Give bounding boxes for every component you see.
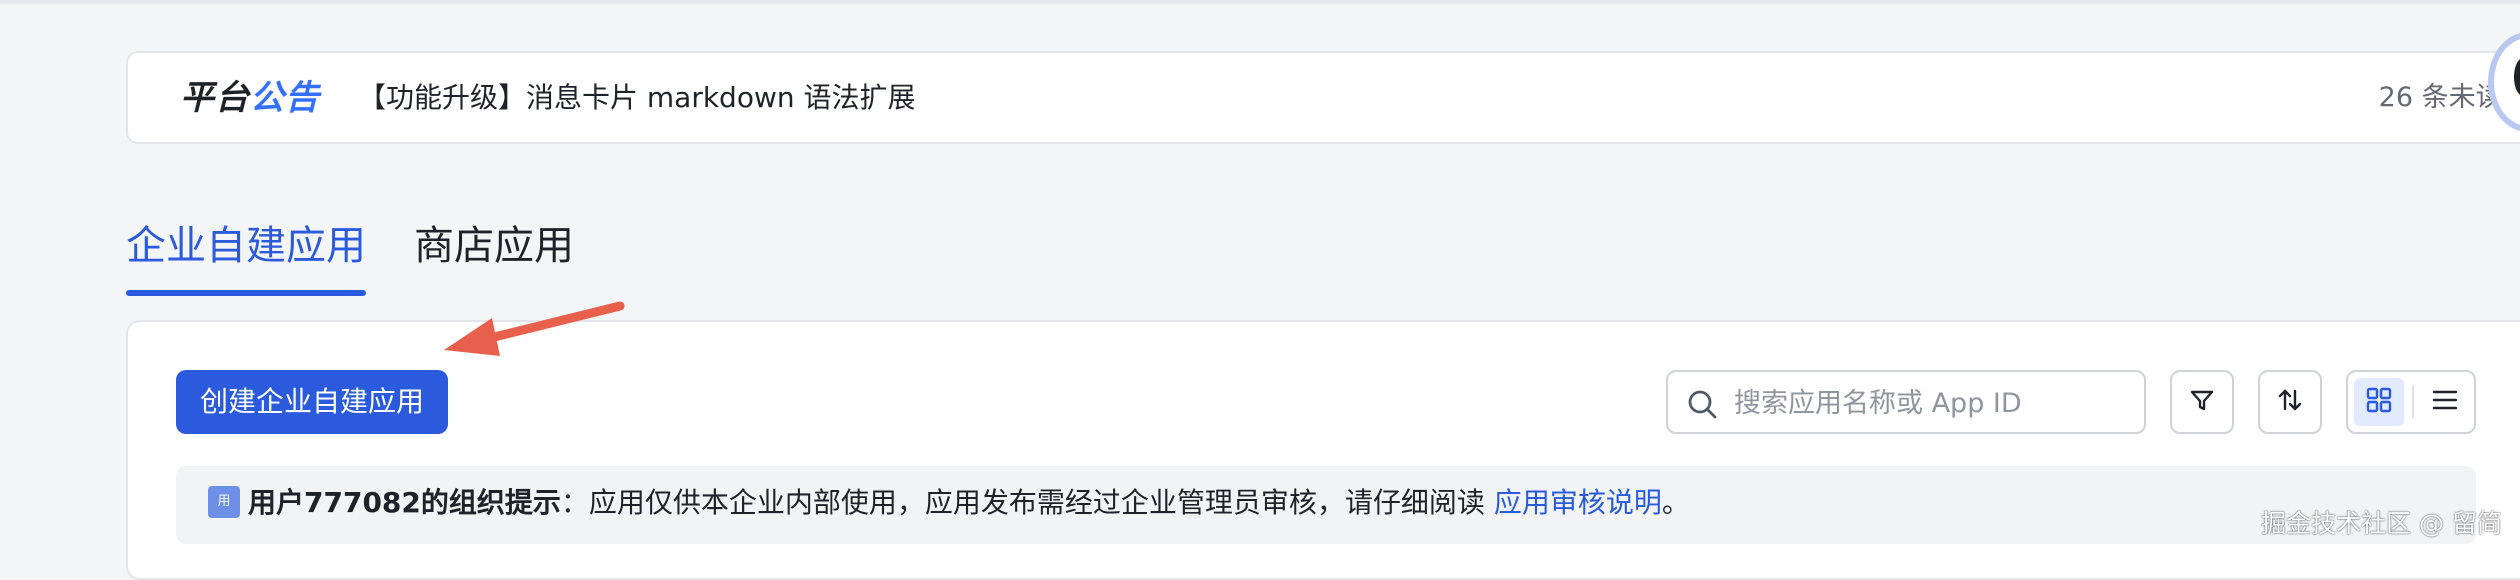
review-guide-link[interactable]: 应用审核说明 bbox=[1494, 486, 1662, 519]
create-enterprise-app-button[interactable]: 创建企业自建应用 bbox=[176, 370, 448, 434]
announcement-brand-part2: 公告 bbox=[250, 78, 320, 118]
org-notice-colon: ： bbox=[560, 486, 589, 519]
filter-icon bbox=[2188, 386, 2216, 418]
announcement-brand: 平台公告 bbox=[180, 75, 320, 121]
announcement-brand-part1: 平台 bbox=[180, 78, 250, 118]
filter-button[interactable] bbox=[2170, 370, 2234, 434]
org-notice: 用 用户777082的组织提示：应用仅供本企业内部使用，应用发布需经过企业管理员… bbox=[176, 466, 2476, 544]
sort-button[interactable] bbox=[2258, 370, 2322, 434]
search-input[interactable] bbox=[1732, 380, 2132, 426]
view-toggle-divider bbox=[2412, 386, 2414, 418]
list-view-button[interactable] bbox=[2420, 378, 2470, 426]
org-notice-message: 应用仅供本企业内部使用，应用发布需经过企业管理员审核，请仔细阅读 bbox=[588, 486, 1494, 519]
tab-enterprise-apps[interactable]: 企业自建应用 bbox=[126, 218, 366, 274]
announcement-text[interactable]: 【功能升级】消息卡片 markdown 语法扩展 bbox=[358, 77, 916, 119]
watermark: 掘金技术社区 @ 留简 bbox=[2261, 509, 2502, 538]
org-notice-text: 用户777082的组织提示：应用仅供本企业内部使用，应用发布需经过企业管理员审核… bbox=[248, 482, 1690, 524]
sort-icon bbox=[2276, 386, 2304, 418]
announcement-bar[interactable]: 平台公告 【功能升级】消息卡片 markdown 语法扩展 26 条未读 › bbox=[126, 51, 2520, 144]
org-notice-suffix: 。 bbox=[1661, 486, 1690, 519]
grid-view-icon bbox=[2365, 386, 2393, 418]
avatar-face bbox=[2514, 58, 2520, 96]
grid-view-button[interactable] bbox=[2354, 378, 2404, 426]
org-notice-label: 用户777082的组织提示 bbox=[248, 486, 561, 519]
search-box[interactable] bbox=[1666, 370, 2146, 434]
org-notice-icon: 用 bbox=[208, 486, 240, 518]
list-view-icon bbox=[2431, 386, 2459, 418]
search-icon bbox=[1686, 388, 1718, 424]
tab-store-apps[interactable]: 商店应用 bbox=[414, 218, 574, 274]
active-tab-indicator bbox=[126, 290, 366, 296]
annotation-arrow bbox=[444, 301, 625, 356]
top-divider bbox=[0, 0, 2520, 4]
view-toggle bbox=[2346, 370, 2476, 434]
